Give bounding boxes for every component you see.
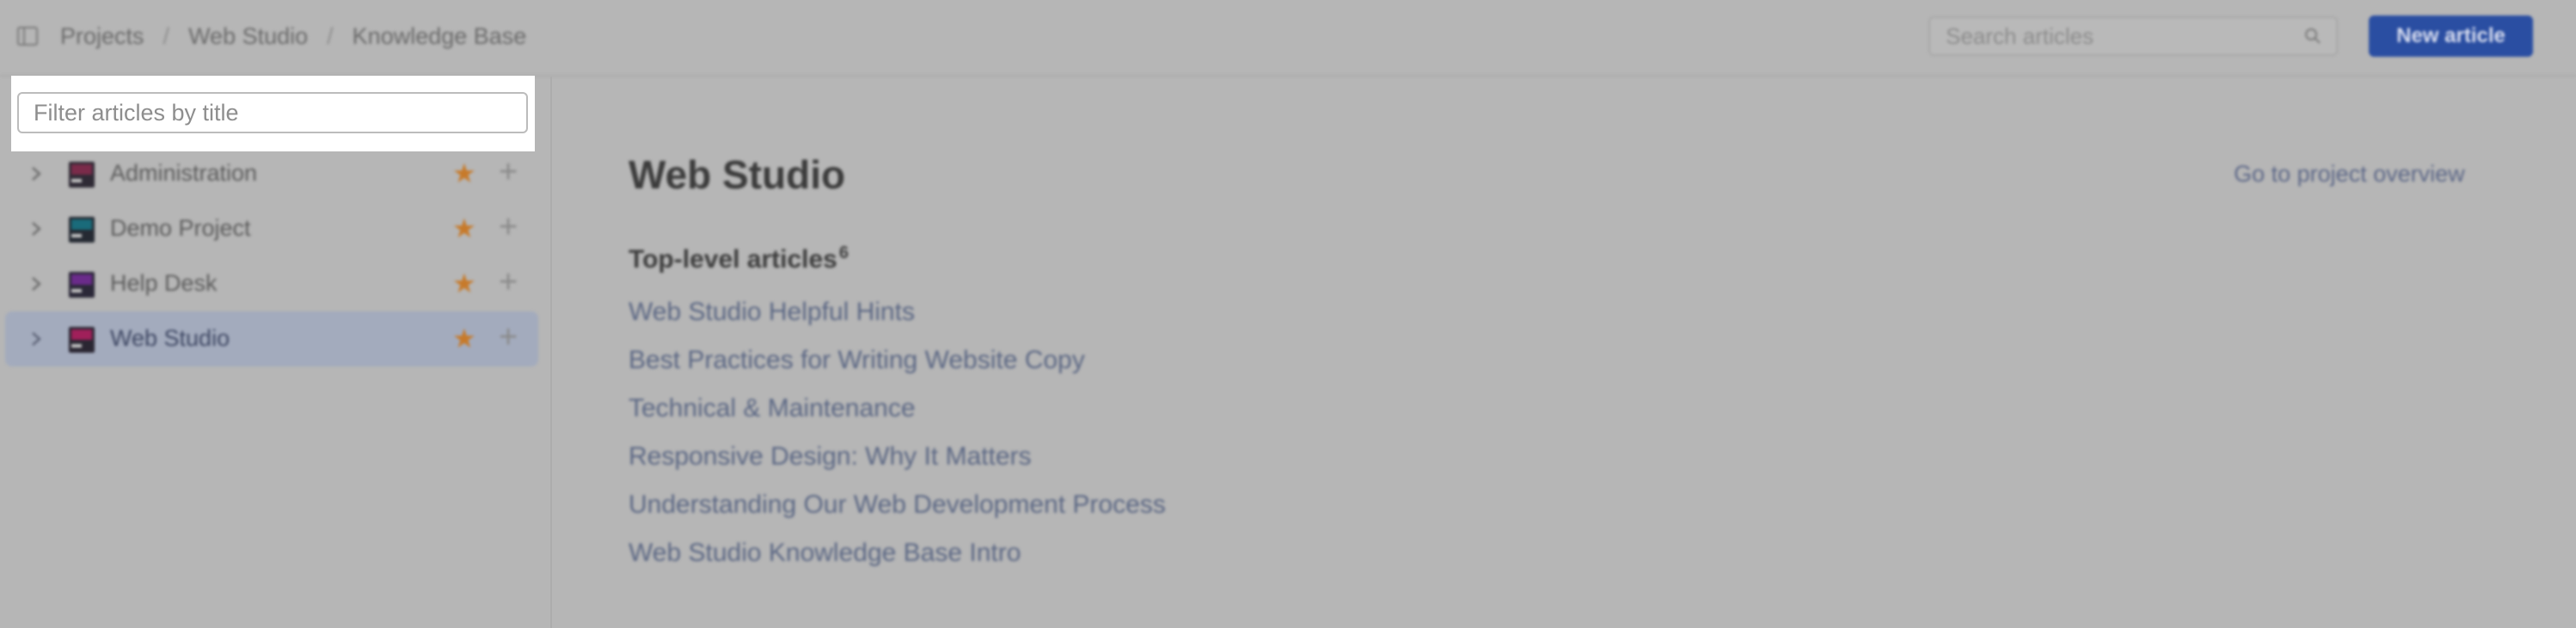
project-logo-icon xyxy=(69,162,95,188)
article-list: Web Studio Helpful Hints Best Practices … xyxy=(629,297,1166,586)
project-list: Administration ★ + Demo Project ★ + Help… xyxy=(5,146,538,366)
project-logo-icon xyxy=(69,217,95,243)
chevron-right-icon[interactable] xyxy=(28,274,45,293)
project-item-demo-project[interactable]: Demo Project ★ + xyxy=(5,201,538,256)
project-item-administration[interactable]: Administration ★ + xyxy=(5,146,538,201)
breadcrumb-projects[interactable]: Projects xyxy=(60,23,144,50)
search-box[interactable] xyxy=(1929,16,2338,56)
add-article-icon[interactable]: + xyxy=(499,320,518,354)
project-overview-link[interactable]: Go to project overview xyxy=(2234,161,2465,188)
section-title: Top-level articles 6 xyxy=(629,243,849,274)
article-link[interactable]: Web Studio Knowledge Base Intro xyxy=(629,538,1166,586)
page-title: Web Studio xyxy=(629,152,846,197)
project-item-help-desk[interactable]: Help Desk ★ + xyxy=(5,256,538,311)
star-icon[interactable]: ★ xyxy=(452,160,476,188)
star-icon[interactable]: ★ xyxy=(452,215,476,243)
section-title-text: Top-level articles xyxy=(629,245,837,274)
star-icon[interactable]: ★ xyxy=(452,325,476,353)
breadcrumb-separator: / xyxy=(163,22,170,49)
add-article-icon[interactable]: + xyxy=(499,265,518,299)
article-link[interactable]: Responsive Design: Why It Matters xyxy=(629,441,1166,489)
chevron-right-icon[interactable] xyxy=(28,219,45,238)
project-name: Demo Project xyxy=(110,215,251,241)
project-name: Administration xyxy=(110,160,258,186)
article-link[interactable]: Understanding Our Web Development Proces… xyxy=(629,489,1166,538)
search-input[interactable] xyxy=(1944,22,2303,51)
article-link[interactable]: Web Studio Helpful Hints xyxy=(629,297,1166,345)
article-link[interactable]: Technical & Maintenance xyxy=(629,393,1166,441)
add-article-icon[interactable]: + xyxy=(499,210,518,244)
chevron-right-icon[interactable] xyxy=(28,329,45,348)
project-item-web-studio[interactable]: Web Studio ★ + xyxy=(5,311,538,366)
new-article-button[interactable]: New article xyxy=(2369,15,2533,57)
sidebar-toggle-icon[interactable] xyxy=(16,25,39,47)
add-article-icon[interactable]: + xyxy=(499,155,518,189)
project-logo-icon xyxy=(69,327,95,353)
top-bar: Projects / Web Studio / Knowledge Base N… xyxy=(0,0,2576,77)
article-link[interactable]: Best Practices for Writing Website Copy xyxy=(629,345,1166,393)
breadcrumb-knowledge-base[interactable]: Knowledge Base xyxy=(353,23,527,50)
chevron-right-icon[interactable] xyxy=(28,164,45,183)
project-logo-icon xyxy=(69,272,95,298)
project-name: Help Desk xyxy=(110,270,218,296)
search-icon[interactable] xyxy=(2303,27,2322,46)
filter-panel xyxy=(11,76,535,151)
star-icon[interactable]: ★ xyxy=(452,270,476,298)
breadcrumb-web-studio[interactable]: Web Studio xyxy=(188,23,308,50)
filter-articles-input[interactable] xyxy=(17,92,528,133)
breadcrumb: Projects / Web Studio / Knowledge Base xyxy=(60,21,526,52)
project-name: Web Studio xyxy=(110,325,230,351)
article-count-badge: 6 xyxy=(838,243,849,262)
breadcrumb-separator: / xyxy=(327,22,334,49)
